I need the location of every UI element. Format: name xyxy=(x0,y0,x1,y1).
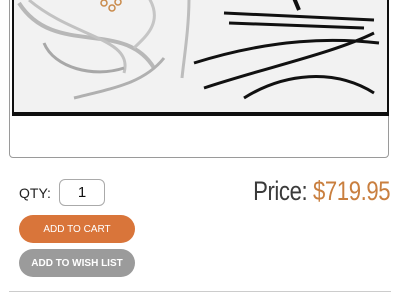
price-display: Price: $719.95 xyxy=(253,176,390,207)
divider xyxy=(9,291,391,292)
quantity-input[interactable] xyxy=(59,179,105,206)
add-to-cart-button[interactable]: ADD TO CART xyxy=(19,215,135,243)
price-label: Price: xyxy=(252,176,308,206)
add-to-wish-list-button[interactable]: ADD TO WISH LIST xyxy=(19,249,135,277)
quantity-label: QTY: xyxy=(19,185,51,201)
product-image[interactable] xyxy=(12,0,389,116)
cable-kit-photo xyxy=(14,0,387,112)
price-value: $719.95 xyxy=(312,176,391,206)
